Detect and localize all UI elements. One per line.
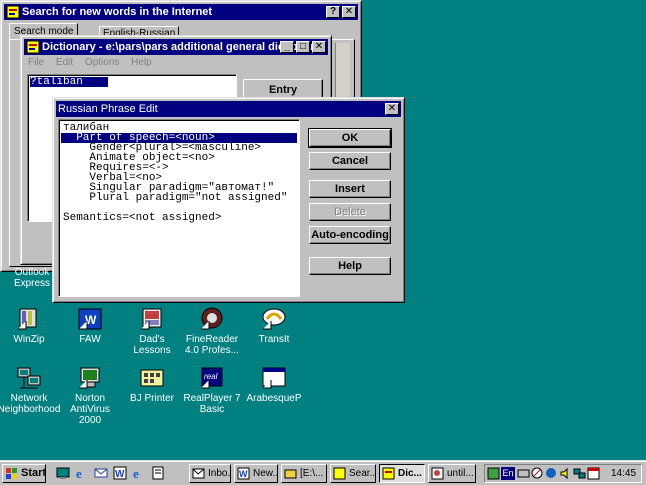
desktop-icon-label: TransIt xyxy=(258,334,290,345)
maximize-button[interactable]: □ xyxy=(296,41,310,53)
internet-explorer-icon[interactable]: e xyxy=(75,466,89,480)
norton-antivirus-icon xyxy=(79,367,100,389)
phrase-tree-item[interactable]: Semantics=<not assigned> xyxy=(63,213,221,224)
desktop-icon-label: FAW xyxy=(79,334,101,345)
transit-icon xyxy=(262,308,286,330)
dictionary-icon xyxy=(26,40,40,54)
dictionary-icon xyxy=(382,467,395,480)
close-button[interactable]: ✕ xyxy=(312,41,326,53)
paint-icon xyxy=(431,467,444,480)
dads-lessons-icon xyxy=(141,308,162,330)
task-button-new[interactable]: W New... xyxy=(234,464,278,483)
start-button[interactable]: Start xyxy=(2,464,46,483)
task-button-explorer[interactable]: [E:\... xyxy=(281,464,327,483)
notepad-icon[interactable] xyxy=(151,466,165,480)
desktop-icon-label: Norton AntiVirus 2000 xyxy=(70,393,110,426)
desktop-icon-bj-printer[interactable]: BJ Printer xyxy=(120,366,184,404)
system-tray: En 14:45 xyxy=(484,464,642,483)
task-button-untitled[interactable]: until... xyxy=(428,464,476,483)
desktop-icon-realplayer[interactable]: real RealPlayer 7 Basic xyxy=(180,366,244,415)
help-button[interactable]: ? xyxy=(326,6,340,18)
desktop-icon-label: Network Neighborhood xyxy=(0,393,61,415)
desktop-icon-label: WinZip xyxy=(13,334,45,345)
satellite-icon[interactable] xyxy=(531,467,544,480)
desktop-icon-dads-lessons[interactable]: Dad's Lessons xyxy=(120,307,184,356)
search-window-title: Search for new words in the Internet xyxy=(22,6,213,18)
desktop-icon-label: RealPlayer 7 Basic xyxy=(183,393,241,415)
svg-text:W: W xyxy=(115,469,125,480)
desktop-icon-label: BJ Printer xyxy=(130,393,174,404)
task-button-search[interactable]: Sear... xyxy=(330,464,376,483)
help-button[interactable]: Help xyxy=(309,257,391,275)
menu-file[interactable]: File xyxy=(28,57,44,68)
desktop-icon-winzip[interactable]: WinZip xyxy=(0,307,61,345)
phrase-edit-title: Russian Phrase Edit xyxy=(58,103,158,115)
outlook-icon[interactable] xyxy=(94,466,108,480)
desktop-icon-outlook-express[interactable]: Outlook Express xyxy=(0,267,64,289)
taskbar: Start e W e Inbo... W New... [E:\... Sea… xyxy=(0,460,646,485)
dictionary-title: Dictionary - e:\pars\pars additional gen… xyxy=(42,41,321,53)
word-icon[interactable]: W xyxy=(113,466,127,480)
internet-explorer-icon[interactable]: e xyxy=(132,466,146,480)
bj-printer-icon xyxy=(140,369,164,387)
tray-app-icon[interactable] xyxy=(487,467,500,480)
cancel-button[interactable]: Cancel xyxy=(309,152,391,170)
speaker-icon[interactable] xyxy=(559,467,572,480)
antivirus-icon[interactable] xyxy=(545,467,558,480)
delete-button[interactable]: Delete xyxy=(309,203,391,221)
faw-icon: W xyxy=(78,308,102,330)
desktop-icon-transit[interactable]: TransIt xyxy=(242,307,306,345)
desktop-icon-label: FineReader 4.0 Profes... xyxy=(185,334,239,356)
desktop-icon-arabesque[interactable]: ArabesqueP xyxy=(242,366,306,404)
start-label: Start xyxy=(21,467,46,479)
close-button[interactable]: ✕ xyxy=(342,6,356,18)
dictionary-titlebar[interactable]: Dictionary - e:\pars\pars additional gen… xyxy=(24,39,328,55)
folder-icon xyxy=(284,469,297,479)
desktop-icon-label: Outlook Express xyxy=(13,267,51,289)
phrase-edit-dialog: Russian Phrase Edit ✕ талибан Part of sp… xyxy=(52,97,405,303)
phrase-tree[interactable]: талибан Part of speech=<noun> Gender<plu… xyxy=(58,119,300,297)
minimize-button[interactable]: _ xyxy=(280,41,294,53)
realplayer-icon: real xyxy=(201,367,223,389)
arabesque-icon xyxy=(262,367,286,389)
desktop-icon-finereader[interactable]: FineReader 4.0 Profes... xyxy=(180,307,244,356)
desktop-icon-label: Dad's Lessons xyxy=(133,334,171,356)
finereader-icon xyxy=(201,307,223,330)
inbox-icon xyxy=(192,468,205,479)
phrase-tree-item[interactable]: Plural paradigm="not assigned" xyxy=(63,193,287,204)
search-word[interactable]: ?taliban xyxy=(30,77,108,88)
menu-bar: File Edit Options Help xyxy=(28,57,161,68)
auto-encoding-button[interactable]: Auto-encoding xyxy=(309,226,391,244)
desktop-icon-label: ArabesqueP xyxy=(246,393,302,404)
menu-help[interactable]: Help xyxy=(131,57,152,68)
task-button-inbox[interactable]: Inbo... xyxy=(189,464,231,483)
menu-options[interactable]: Options xyxy=(85,57,119,68)
search-window-titlebar[interactable]: Search for new words in the Internet ? ✕ xyxy=(4,4,358,20)
svg-text:e: e xyxy=(133,466,139,480)
phrase-edit-titlebar[interactable]: Russian Phrase Edit ✕ xyxy=(56,101,401,117)
network-neighborhood-icon xyxy=(17,367,41,389)
language-indicator[interactable]: En xyxy=(501,467,515,480)
desktop-icon-network-neighborhood[interactable]: Network Neighborhood xyxy=(0,366,61,415)
desktop-icon-norton-antivirus[interactable]: Norton AntiVirus 2000 xyxy=(58,366,122,426)
keyboard-icon[interactable] xyxy=(517,467,530,480)
scheduler-icon[interactable] xyxy=(587,467,600,480)
insert-button[interactable]: Insert xyxy=(309,180,391,198)
winzip-icon xyxy=(18,308,37,330)
word-icon: W xyxy=(237,467,250,480)
app-icon xyxy=(6,5,20,19)
app-icon xyxy=(333,467,346,480)
ok-button[interactable]: OK xyxy=(308,128,392,148)
svg-text:real: real xyxy=(204,372,218,381)
desktop-icon[interactable] xyxy=(56,466,70,480)
svg-text:e: e xyxy=(76,466,82,480)
clock[interactable]: 14:45 xyxy=(611,467,636,480)
network-icon[interactable] xyxy=(573,467,586,480)
svg-text:W: W xyxy=(239,469,248,479)
desktop-icon-faw[interactable]: W FAW xyxy=(58,307,122,345)
windows-logo-icon xyxy=(6,468,17,479)
task-button-dictionary[interactable]: Dic... xyxy=(379,464,425,483)
close-button[interactable]: ✕ xyxy=(385,103,399,115)
menu-edit[interactable]: Edit xyxy=(56,57,73,68)
